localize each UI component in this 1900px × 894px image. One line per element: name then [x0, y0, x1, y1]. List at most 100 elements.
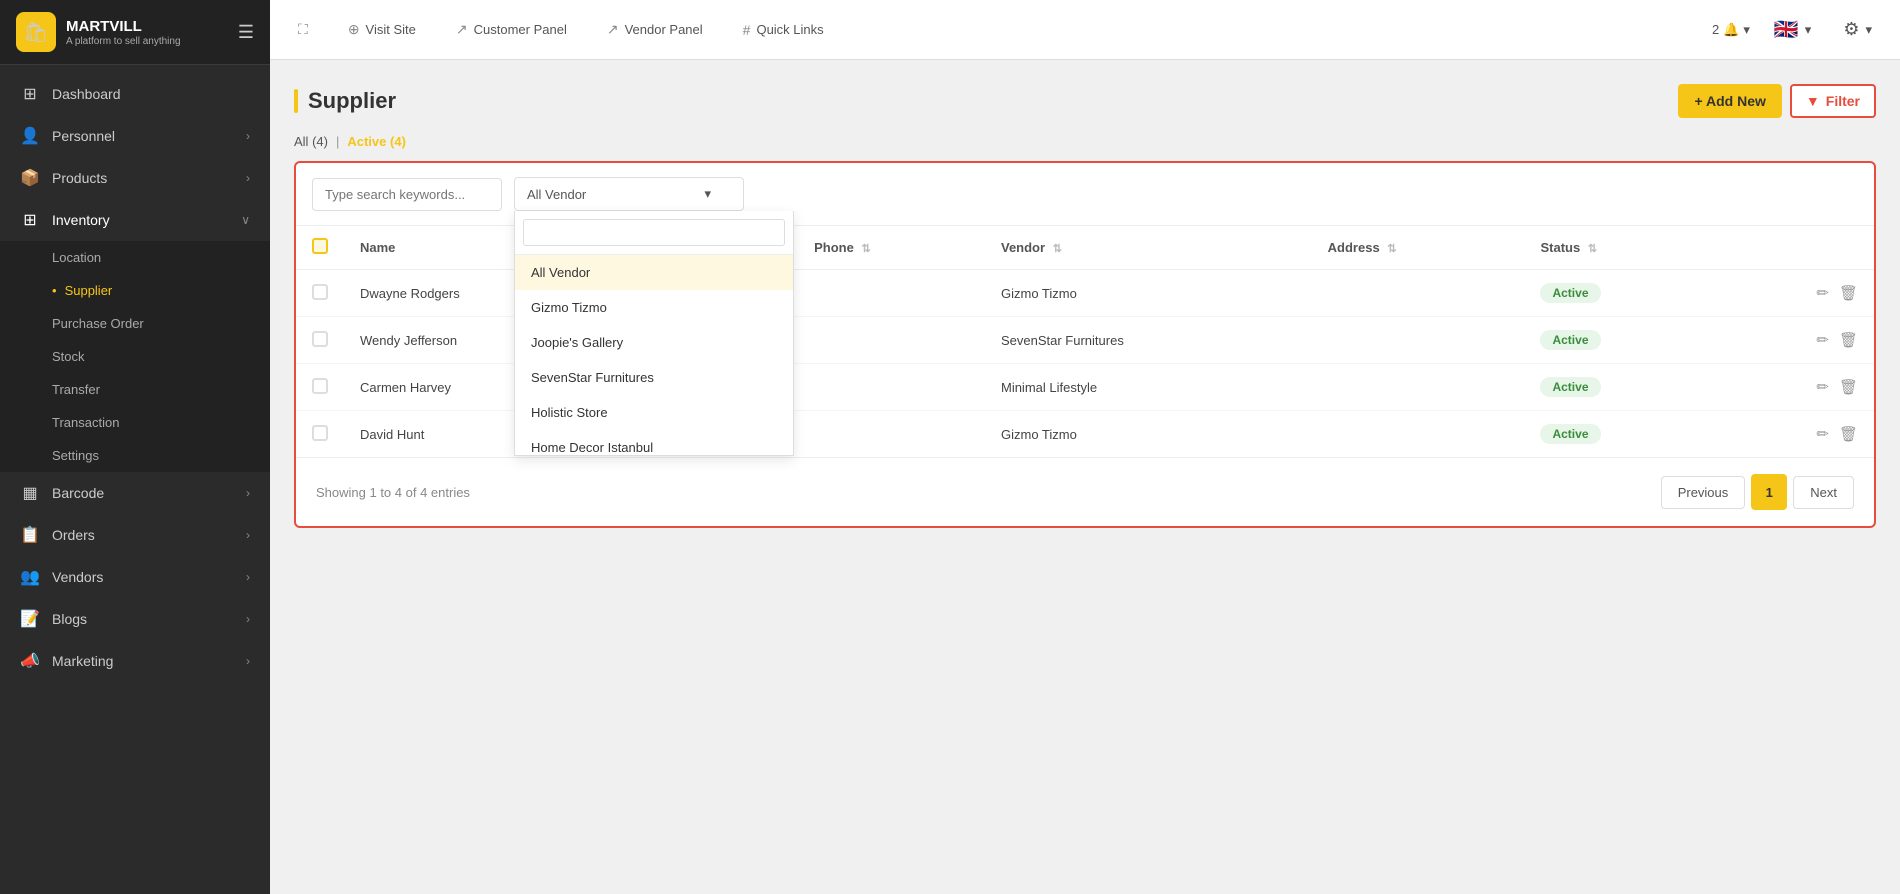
- delete-icon[interactable]: 🗑: [1839, 378, 1858, 396]
- chevron-down-icon: ▾: [1865, 22, 1872, 38]
- vendor-panel-button[interactable]: ↗ Vendor Panel: [599, 15, 711, 44]
- edit-icon[interactable]: ✏: [1816, 378, 1829, 396]
- vendor-option-holistic[interactable]: Holistic Store: [515, 395, 793, 430]
- search-input[interactable]: [312, 178, 502, 211]
- app-tagline: A platform to sell anything: [66, 36, 181, 47]
- delete-icon[interactable]: 🗑: [1839, 425, 1858, 443]
- status-badge: Active: [1540, 424, 1600, 444]
- notification-button[interactable]: 2 🔔 ▾: [1712, 22, 1750, 38]
- sort-icon[interactable]: ⇅: [861, 243, 870, 255]
- sidebar-item-inventory[interactable]: ⊞ Inventory ∨: [0, 199, 270, 241]
- chevron-right-icon: ›: [246, 528, 250, 542]
- barcode-icon: ▦: [20, 483, 40, 503]
- chevron-right-icon: ›: [246, 486, 250, 500]
- sidebar-item-purchase-order[interactable]: Purchase Order: [0, 307, 270, 340]
- sidebar-item-label: Inventory: [52, 212, 229, 228]
- sidebar-item-label: Dashboard: [52, 86, 250, 102]
- vendor-option-homedecor[interactable]: Home Decor Istanbul: [515, 430, 793, 455]
- sidebar-item-location[interactable]: Location: [0, 241, 270, 274]
- supplier-status: Active: [1524, 317, 1718, 364]
- filter-tab-all[interactable]: All (4): [294, 134, 328, 149]
- select-all-checkbox[interactable]: [312, 238, 328, 254]
- filter-tab-active[interactable]: Active (4): [347, 134, 406, 149]
- col-vendor: Vendor ⇅: [985, 226, 1312, 270]
- supplier-phone: [798, 270, 985, 317]
- sidebar-item-label: Vendors: [52, 569, 234, 585]
- filter-row: All Vendor ▾ All Vendor Gizmo Tizmo Joop…: [296, 163, 1874, 226]
- status-badge: Active: [1540, 377, 1600, 397]
- sidebar-item-transaction[interactable]: Transaction: [0, 406, 270, 439]
- visit-site-button[interactable]: ⊕ Visit Site: [340, 15, 424, 44]
- row-actions: ✏ 🗑: [1719, 411, 1874, 458]
- grid-icon: #: [743, 22, 751, 38]
- vendor-search-input[interactable]: [523, 219, 785, 246]
- quick-links-button[interactable]: # Quick Links: [735, 16, 832, 44]
- sidebar-item-label: Blogs: [52, 611, 234, 627]
- supplier-address: [1312, 364, 1525, 411]
- edit-icon[interactable]: ✏: [1816, 284, 1829, 302]
- supplier-vendor: Minimal Lifestyle: [985, 364, 1312, 411]
- edit-icon[interactable]: ✏: [1816, 331, 1829, 349]
- supplier-vendor: Gizmo Tizmo: [985, 270, 1312, 317]
- vendor-dropdown-trigger[interactable]: All Vendor ▾: [514, 177, 744, 211]
- sidebar-item-transfer[interactable]: Transfer: [0, 373, 270, 406]
- filter-button[interactable]: ▼ Filter: [1790, 84, 1876, 118]
- row-checkbox[interactable]: [312, 425, 328, 441]
- topbar: ⛶ ⊕ Visit Site ↗ Customer Panel ↗ Vendor…: [270, 0, 1900, 60]
- supplier-vendor: SevenStar Furnitures: [985, 317, 1312, 364]
- vendor-option-joopie[interactable]: Joopie's Gallery: [515, 325, 793, 360]
- col-status: Status ⇅: [1524, 226, 1718, 270]
- orders-icon: 📋: [20, 525, 40, 545]
- delete-icon[interactable]: 🗑: [1839, 284, 1858, 302]
- sidebar-item-orders[interactable]: 📋 Orders ›: [0, 514, 270, 556]
- chevron-right-icon: ›: [246, 570, 250, 584]
- dashboard-icon: ⊞: [20, 84, 40, 104]
- vendor-option-sevenstar[interactable]: SevenStar Furnitures: [515, 360, 793, 395]
- chevron-down-icon: ▾: [1805, 22, 1812, 38]
- row-checkbox[interactable]: [312, 378, 328, 394]
- row-checkbox[interactable]: [312, 284, 328, 300]
- customer-panel-button[interactable]: ↗ Customer Panel: [448, 15, 575, 44]
- supplier-address: [1312, 270, 1525, 317]
- add-new-button[interactable]: + Add New: [1678, 84, 1781, 118]
- sidebar-item-stock[interactable]: Stock: [0, 340, 270, 373]
- row-checkbox[interactable]: [312, 331, 328, 347]
- personnel-icon: 👤: [20, 126, 40, 146]
- sidebar-item-supplier[interactable]: Supplier: [0, 274, 270, 307]
- select-all-header[interactable]: [296, 226, 344, 270]
- status-badge: Active: [1540, 283, 1600, 303]
- sidebar-item-dashboard[interactable]: ⊞ Dashboard: [0, 73, 270, 115]
- sidebar: 🛍 MARTVILL A platform to sell anything ☰…: [0, 0, 270, 894]
- pagination-row: Showing 1 to 4 of 4 entries Previous 1 N…: [296, 457, 1874, 526]
- globe-icon: ⊕: [348, 21, 360, 38]
- sidebar-item-marketing[interactable]: 📣 Marketing ›: [0, 640, 270, 682]
- app-name: MARTVILL: [66, 18, 181, 36]
- sort-icon[interactable]: ⇅: [1387, 243, 1396, 255]
- hamburger-icon[interactable]: ☰: [238, 22, 254, 43]
- vendor-option-gizmo[interactable]: Gizmo Tizmo: [515, 290, 793, 325]
- inventory-submenu: Location Supplier Purchase Order Stock T…: [0, 241, 270, 472]
- sidebar-item-vendors[interactable]: 👥 Vendors ›: [0, 556, 270, 598]
- delete-icon[interactable]: 🗑: [1839, 331, 1858, 349]
- sidebar-item-label: Barcode: [52, 485, 234, 501]
- sort-icon[interactable]: ⇅: [1053, 243, 1062, 255]
- sidebar-item-products[interactable]: 📦 Products ›: [0, 157, 270, 199]
- sidebar-item-personnel[interactable]: 👤 Personnel ›: [0, 115, 270, 157]
- language-selector[interactable]: 🇬🇧 ▾: [1766, 11, 1819, 48]
- sidebar-item-blogs[interactable]: 📝 Blogs ›: [0, 598, 270, 640]
- fullscreen-button[interactable]: ⛶: [290, 15, 316, 44]
- previous-button[interactable]: Previous: [1661, 476, 1746, 509]
- page-title: Supplier: [294, 88, 396, 114]
- page-number-1[interactable]: 1: [1751, 474, 1787, 510]
- vendor-option-all[interactable]: All Vendor: [515, 255, 793, 290]
- edit-icon[interactable]: ✏: [1816, 425, 1829, 443]
- supplier-table-card: All Vendor ▾ All Vendor Gizmo Tizmo Joop…: [294, 161, 1876, 528]
- marketing-icon: 📣: [20, 651, 40, 671]
- sort-icon[interactable]: ⇅: [1588, 243, 1597, 255]
- settings-button[interactable]: ⚙ ▾: [1835, 13, 1880, 46]
- sidebar-item-settings[interactable]: Settings: [0, 439, 270, 472]
- filter-icon: ▼: [1806, 93, 1820, 109]
- supplier-vendor: Gizmo Tizmo: [985, 411, 1312, 458]
- sidebar-item-barcode[interactable]: ▦ Barcode ›: [0, 472, 270, 514]
- next-button[interactable]: Next: [1793, 476, 1854, 509]
